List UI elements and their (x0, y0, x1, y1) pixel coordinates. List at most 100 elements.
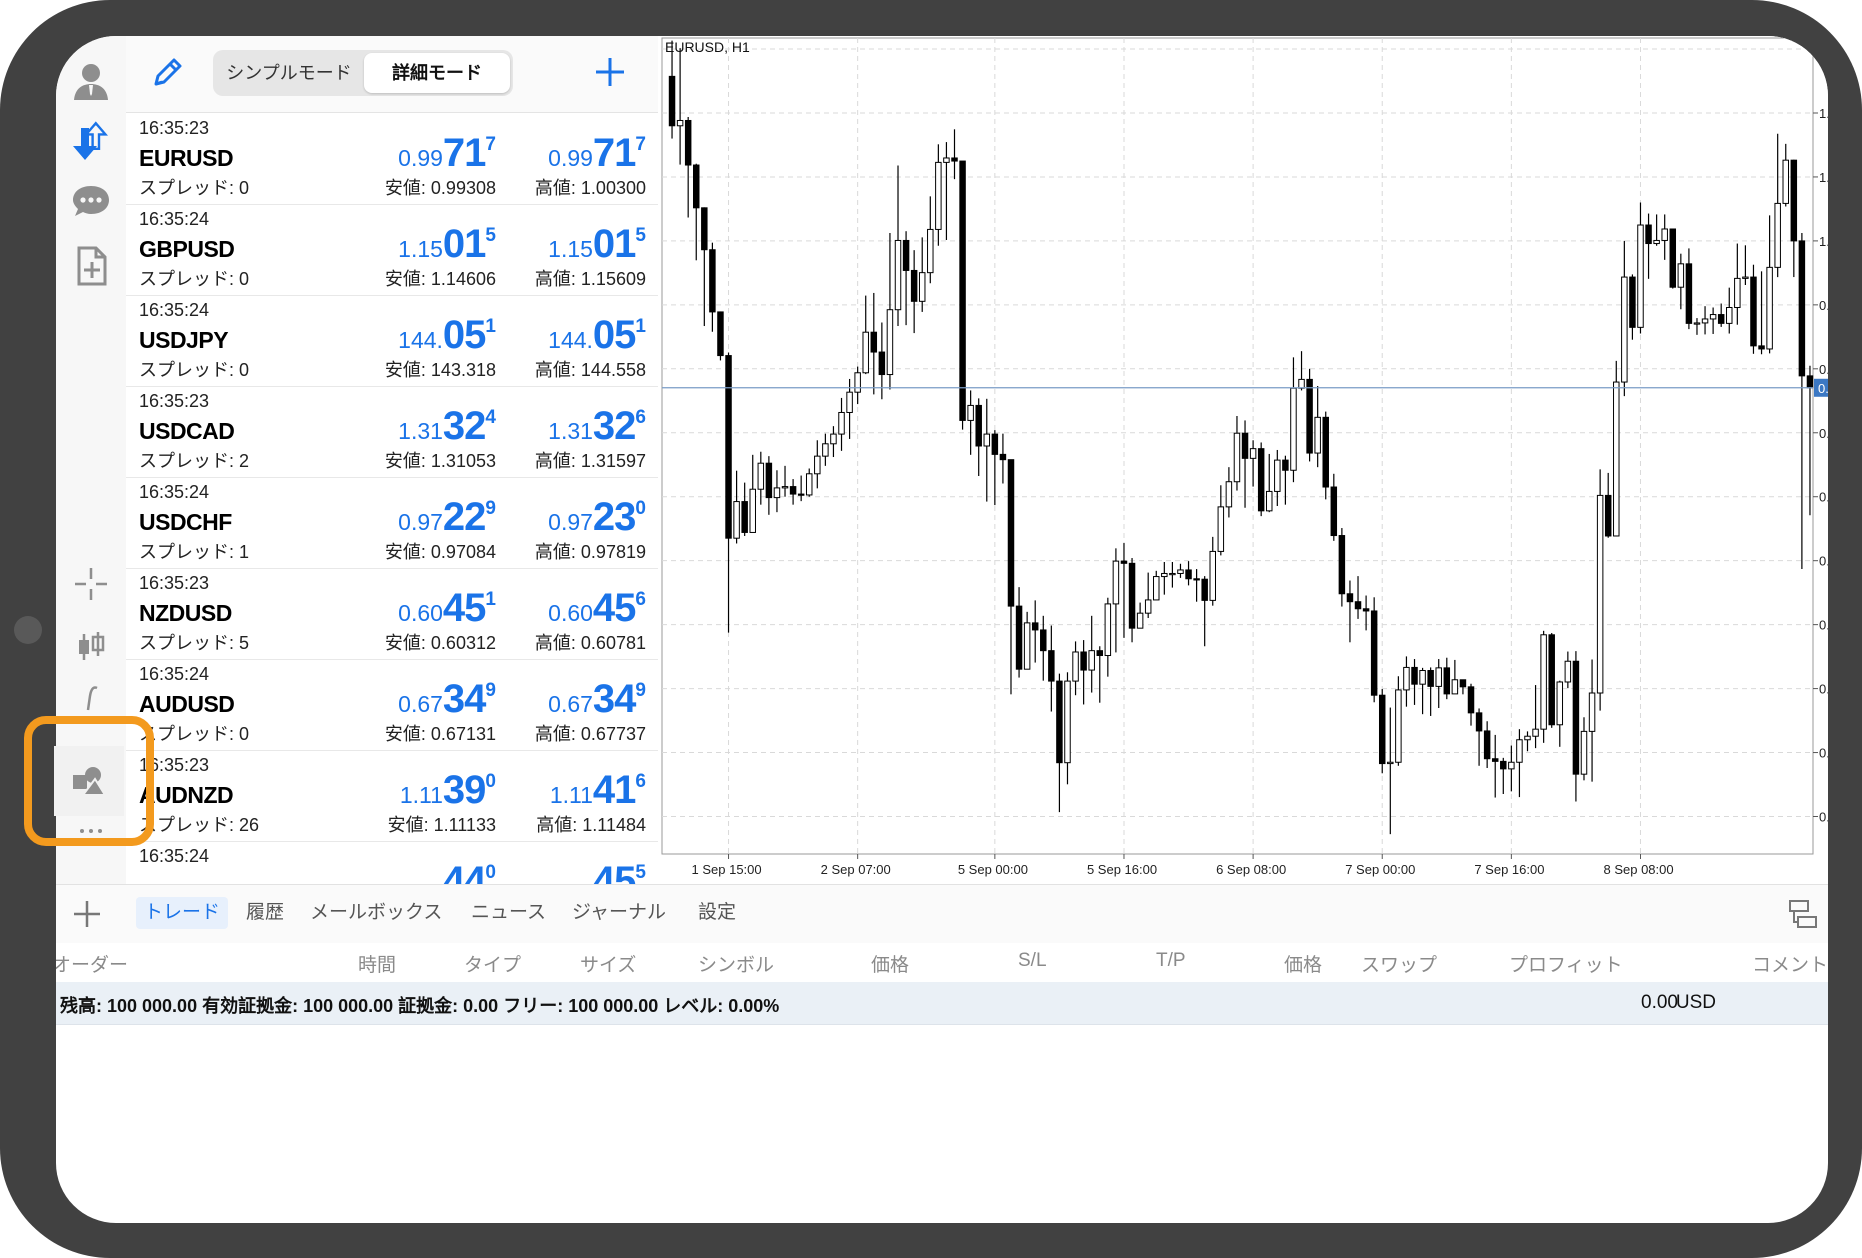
account-icon[interactable] (61, 50, 121, 110)
bid-price-pips: 01 (442, 222, 486, 266)
simple-mode-button[interactable]: シンプルモード (216, 53, 362, 93)
ask-price[interactable]: 144.051 (548, 313, 646, 357)
tab-history[interactable]: 履歴 (246, 897, 284, 929)
candle-body (1629, 276, 1636, 328)
candle-body (781, 486, 789, 489)
candle-body (1726, 307, 1733, 324)
bid-price[interactable]: 144.051 (398, 313, 496, 357)
ask-price-prefix: 1.31 (548, 418, 593, 444)
ask-price[interactable]: 1.15015 (548, 222, 646, 266)
candle-body (862, 331, 869, 374)
ask-price[interactable]: 1.11416 (550, 768, 646, 812)
candle-body (1072, 651, 1079, 682)
quote-row[interactable]: 16:35:24 USDJPY スプレッド: 0 144.051 144.051 安値: … (126, 295, 658, 387)
ask-price[interactable]: 0.97230 (548, 495, 646, 539)
quote-low: 安値: 1.11133 (387, 815, 496, 835)
candle-body (1677, 263, 1685, 288)
chat-icon[interactable] (61, 172, 121, 232)
tab-mailbox[interactable]: メールボックス (310, 897, 442, 929)
candle-body (1419, 670, 1426, 685)
candle-body (1427, 670, 1434, 687)
candle-body (1185, 569, 1192, 580)
y-axis-tick-label: 1.00340 (1819, 106, 1828, 121)
candle-body (1572, 660, 1580, 775)
bid-price[interactable]: 0.60451 (398, 586, 496, 630)
candle-body (1233, 432, 1241, 483)
candle-body (1782, 159, 1789, 204)
quote-row[interactable]: 16:35:23 NZDUSD スプレッド: 5 0.60451 0.60456 安値: … (126, 568, 658, 660)
ask-price-prefix: 0.99 (548, 145, 593, 171)
quote-row[interactable]: 16:35:23 USDCAD スプレッド: 2 1.31324 1.31326 安値: … (126, 386, 658, 478)
candle-body (1774, 202, 1781, 268)
crosshair-icon[interactable] (61, 554, 121, 614)
chart-area[interactable]: 1.00485 1.00340 1.00195 1.00050 0.99905 0.997… (658, 36, 1828, 884)
shapes-objects-icon (73, 767, 107, 796)
candle-body (959, 160, 966, 421)
ask-price-prefix: 0.97 (548, 509, 593, 535)
col-tp: T/P (1156, 950, 1186, 971)
quote-high: 高値: 1.15609 (534, 269, 646, 289)
candlestick-chart[interactable]: 1.00485 1.00340 1.00195 1.00050 0.99905 0.997… (658, 36, 1828, 884)
candle-body (830, 433, 837, 445)
candle-body (1491, 758, 1499, 762)
quote-low: 安値: 1.14606 (384, 269, 496, 289)
candle-body (1621, 276, 1628, 383)
candle-body (1354, 601, 1362, 610)
ask-price[interactable]: 1.31326 (548, 404, 646, 448)
quote-row[interactable]: 16:35:24 440 455 (126, 841, 658, 884)
tab-trade[interactable]: トレード (136, 897, 229, 929)
quote-row[interactable]: 16:35:23 AUDNZD スプレッド: 26 1.11390 1.11416 安値:… (126, 750, 658, 842)
quote-row[interactable]: 16:35:24 USDCHF スプレッド: 1 0.97229 0.97230 安値: … (126, 477, 658, 569)
bid-price[interactable]: 1.11390 (400, 768, 496, 812)
trade-arrows-icon[interactable] (61, 112, 121, 172)
candle-body (1387, 761, 1394, 765)
ask-price-fraction: 6 (635, 771, 646, 792)
candle-body (1161, 572, 1168, 578)
quote-time: 16:35:24 (139, 482, 210, 502)
bid-price[interactable]: 0.97229 (398, 495, 496, 539)
objects-button[interactable] (54, 746, 124, 816)
ask-price-pips: 45 (592, 586, 636, 630)
quote-row[interactable]: 16:35:24 AUDUSD スプレッド: 0 0.67349 0.67349 安値: … (126, 659, 658, 751)
ask-price-pips: 41 (592, 768, 636, 812)
candle-body (1104, 603, 1112, 657)
bid-price[interactable]: 0.67349 (398, 677, 496, 721)
quote-time: 16:35:24 (139, 664, 210, 684)
quote-time: 16:35:23 (139, 573, 210, 593)
edit-pencil-icon[interactable] (148, 52, 188, 92)
layout-toggle-icon[interactable] (1786, 897, 1820, 931)
tab-settings[interactable]: 設定 (698, 897, 736, 929)
candlestick-icon[interactable] (61, 616, 121, 676)
quote-row[interactable]: 16:35:24 GBPUSD スプレッド: 0 1.15015 1.15015 安値: … (126, 204, 658, 296)
bid-price[interactable]: 0.99717 (398, 131, 496, 175)
tab-news[interactable]: ニュース (471, 897, 546, 929)
bid-price-pips: 45 (442, 586, 486, 630)
candle-body (991, 433, 999, 455)
bid-price[interactable]: 1.15015 (398, 222, 496, 266)
ask-price[interactable]: 455 (593, 859, 646, 884)
ask-price[interactable]: 0.99717 (548, 131, 646, 175)
ask-price-pips: 23 (592, 495, 636, 539)
bid-price-prefix: 0.99 (398, 145, 443, 171)
quote-spread: スプレッド: 0 (139, 360, 250, 380)
ask-price[interactable]: 0.67349 (548, 677, 646, 721)
candle-body (910, 269, 918, 302)
bid-price[interactable]: 1.31324 (398, 404, 496, 448)
new-document-icon[interactable] (61, 236, 121, 296)
ask-price-fraction: 7 (635, 134, 646, 155)
candle-body (1169, 572, 1176, 576)
ask-price-pips: 45 (592, 859, 636, 884)
ask-price[interactable]: 0.60456 (548, 586, 646, 630)
tab-journal[interactable]: ジャーナル (572, 897, 666, 929)
add-symbol-plus-icon[interactable] (590, 52, 630, 92)
tablet-device: シンプルモード 詳細モード 16:35:23 EURUSD スプレッド: 0 0.99… (0, 0, 1862, 1258)
candle-body (684, 119, 692, 166)
candle-body (822, 443, 829, 457)
add-plus-icon[interactable] (70, 897, 104, 931)
quote-row[interactable]: 16:35:23 EURUSD スプレッド: 0 0.99717 0.99717 安値: … (126, 113, 658, 205)
bid-price[interactable]: 440 (443, 859, 496, 884)
quote-symbol: GBPUSD (139, 236, 235, 262)
candle-body (1475, 712, 1483, 732)
detail-mode-button[interactable]: 詳細モード (364, 53, 510, 93)
y-axis-tick-label: 0.99180 (1819, 618, 1828, 633)
